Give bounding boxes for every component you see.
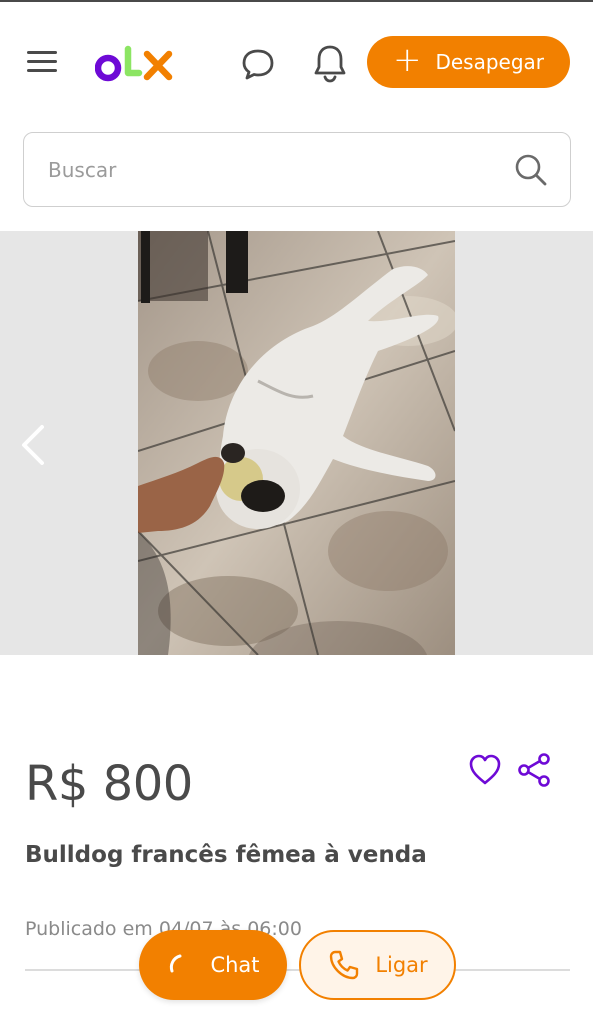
plus-icon: + [392, 40, 422, 80]
menu-icon[interactable] [24, 47, 60, 77]
call-button-label: Ligar [375, 953, 428, 977]
listing-price: R$ 800 [25, 756, 193, 812]
heart-icon[interactable] [467, 752, 503, 788]
image-gallery [0, 231, 593, 655]
spinner-icon [170, 954, 182, 973]
listing-photo[interactable] [138, 231, 455, 655]
share-icon[interactable] [516, 752, 552, 788]
chat-bubble-icon[interactable] [238, 44, 278, 84]
sell-button[interactable]: + Desapegar [367, 36, 570, 88]
sell-button-label: Desapegar [435, 50, 545, 74]
chevron-left-icon[interactable] [16, 421, 50, 469]
search-icon[interactable] [514, 153, 548, 187]
chat-button-label: Chat [210, 953, 260, 977]
bell-icon[interactable] [310, 42, 350, 84]
app-header: + Desapegar [0, 2, 593, 112]
call-button[interactable]: Ligar [299, 930, 456, 1000]
olx-logo[interactable] [95, 40, 175, 86]
search-input[interactable] [48, 151, 488, 189]
listing-title: Bulldog francês fêmea à venda [25, 842, 427, 868]
chat-button[interactable]: Chat [139, 930, 287, 1000]
divider [25, 969, 570, 971]
phone-icon [330, 950, 359, 980]
search-bar [23, 132, 571, 207]
